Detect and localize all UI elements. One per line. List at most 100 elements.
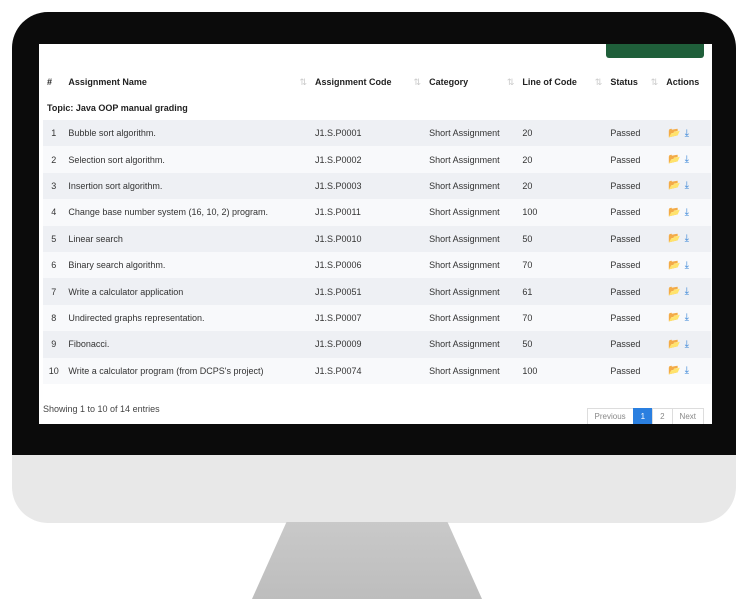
category: Short Assignment bbox=[429, 154, 500, 165]
download-icon[interactable]: ⤓ bbox=[685, 286, 689, 297]
status: Passed bbox=[610, 312, 641, 323]
row-number: 3 bbox=[51, 180, 57, 191]
sort-icon[interactable]: ⇅ bbox=[595, 77, 603, 88]
table-row: 4 Change base number system (16, 10, 2) p… bbox=[43, 199, 711, 226]
status: Passed bbox=[610, 286, 641, 297]
row-number: 6 bbox=[51, 260, 57, 271]
row-actions: 📂 ⤓ bbox=[662, 120, 711, 146]
row-number: 4 bbox=[51, 207, 57, 218]
status: Passed bbox=[610, 365, 641, 376]
status: Passed bbox=[610, 260, 641, 271]
row-number: 5 bbox=[51, 233, 57, 244]
status: Passed bbox=[610, 339, 641, 350]
assignment-code: J1.S.P0006 bbox=[314, 260, 362, 271]
download-icon[interactable]: ⤓ bbox=[685, 128, 689, 139]
status: Passed bbox=[610, 154, 641, 165]
download-icon[interactable]: ⤓ bbox=[685, 207, 689, 218]
manage-assignments-button[interactable] bbox=[606, 44, 704, 58]
assignment-code: J1.S.P0010 bbox=[314, 233, 362, 244]
line-of-code: 50 bbox=[522, 339, 533, 350]
row-actions: 📂 ⤓ bbox=[662, 173, 711, 199]
folder-open-icon[interactable]: 📂 bbox=[668, 365, 680, 376]
assignment-name: Write a calculator program (from DCPS's … bbox=[68, 365, 264, 376]
col-loc-header[interactable]: Line of Code ⇅ bbox=[518, 68, 606, 96]
assignment-name: Write a calculator application bbox=[68, 286, 184, 297]
line-of-code: 20 bbox=[522, 128, 533, 139]
folder-open-icon[interactable]: 📂 bbox=[668, 128, 680, 139]
folder-open-icon[interactable]: 📂 bbox=[668, 339, 680, 350]
row-number: 9 bbox=[51, 339, 57, 350]
status: Passed bbox=[610, 128, 641, 139]
folder-open-icon[interactable]: 📂 bbox=[668, 312, 680, 323]
pagination: Previous 1 2 Next bbox=[586, 408, 704, 424]
assignment-code: J1.S.P0002 bbox=[314, 154, 362, 165]
assignment-name: Insertion sort algorithm. bbox=[68, 180, 163, 191]
download-icon[interactable]: ⤓ bbox=[685, 180, 689, 191]
line-of-code: 70 bbox=[522, 260, 533, 271]
table-row: 1 Bubble sort algorithm. J1.S.P0001 Short A… bbox=[43, 120, 711, 147]
assignment-code: J1.S.P0001 bbox=[314, 128, 362, 139]
table-row: 6 Binary search algorithm. J1.S.P0006 Short… bbox=[43, 251, 711, 279]
download-icon[interactable]: ⤓ bbox=[685, 365, 689, 376]
folder-open-icon[interactable]: 📂 bbox=[668, 180, 680, 191]
row-actions: 📂 ⤓ bbox=[662, 146, 711, 172]
category: Short Assignment bbox=[429, 260, 500, 271]
download-icon[interactable]: ⤓ bbox=[685, 260, 689, 271]
assignment-name: Change base number system (16, 10, 2) pr… bbox=[68, 207, 268, 218]
assignment-name: Bubble sort algorithm. bbox=[68, 128, 156, 139]
col-code-header[interactable]: Assignment Code ⇅ bbox=[311, 68, 425, 96]
row-actions: 📂 ⤓ bbox=[662, 358, 711, 384]
status: Passed bbox=[610, 233, 641, 244]
line-of-code: 100 bbox=[522, 207, 538, 218]
sort-icon[interactable]: ⇅ bbox=[507, 77, 515, 88]
screen: # Assignment Name ⇅ Assignment Code ⇅ Cate… bbox=[39, 44, 712, 424]
line-of-code: 100 bbox=[522, 365, 538, 376]
category: Short Assignment bbox=[429, 128, 500, 139]
assignment-name: Selection sort algorithm. bbox=[68, 154, 165, 165]
table-row: 10 Write a calculator program (from DCPS'… bbox=[43, 357, 711, 384]
folder-open-icon[interactable]: 📂 bbox=[668, 286, 680, 297]
page-2-button[interactable]: 2 bbox=[652, 408, 673, 424]
next-page-button[interactable]: Next bbox=[671, 408, 704, 424]
col-status-header[interactable]: Status ⇅ bbox=[606, 68, 662, 96]
page-1-button[interactable]: 1 bbox=[632, 408, 654, 424]
table-row: 5 Linear search J1.S.P0010 Short Assignment… bbox=[43, 225, 711, 252]
sort-icon[interactable]: ⇅ bbox=[299, 77, 307, 88]
category: Short Assignment bbox=[429, 207, 500, 218]
folder-open-icon[interactable]: 📂 bbox=[668, 154, 680, 165]
assignment-name: Binary search algorithm. bbox=[68, 260, 166, 271]
monitor: # Assignment Name ⇅ Assignment Code ⇅ Cate… bbox=[12, 12, 736, 523]
download-icon[interactable]: ⤓ bbox=[685, 339, 689, 350]
topic-group-row: Topic: Java OOP manual grading bbox=[43, 96, 711, 120]
col-number-header[interactable]: # bbox=[43, 68, 64, 96]
col-category-header[interactable]: Category ⇅ bbox=[425, 68, 518, 96]
download-icon[interactable]: ⤓ bbox=[685, 233, 689, 244]
category: Short Assignment bbox=[429, 312, 500, 323]
row-number: 1 bbox=[51, 128, 57, 139]
row-actions: 📂 ⤓ bbox=[662, 199, 711, 225]
folder-open-icon[interactable]: 📂 bbox=[668, 260, 680, 271]
row-actions: 📂 ⤓ bbox=[662, 305, 711, 331]
row-actions: 📂 ⤓ bbox=[662, 331, 711, 357]
row-number: 8 bbox=[51, 312, 57, 323]
previous-page-button[interactable]: Previous bbox=[586, 408, 634, 424]
folder-open-icon[interactable]: 📂 bbox=[668, 233, 680, 244]
line-of-code: 20 bbox=[522, 154, 533, 165]
line-of-code: 61 bbox=[522, 286, 533, 297]
sort-icon[interactable]: ⇅ bbox=[651, 77, 659, 88]
col-actions-header: Actions bbox=[666, 77, 700, 87]
assignment-code: J1.S.P0003 bbox=[314, 180, 362, 191]
status: Passed bbox=[610, 180, 641, 191]
sort-icon[interactable]: ⇅ bbox=[414, 77, 422, 88]
col-name-header[interactable]: Assignment Name ⇅ bbox=[64, 68, 311, 96]
download-icon[interactable]: ⤓ bbox=[685, 154, 689, 165]
category: Short Assignment bbox=[429, 365, 500, 376]
download-icon[interactable]: ⤓ bbox=[685, 312, 689, 323]
assignment-code: J1.S.P0011 bbox=[314, 207, 361, 218]
assignment-code: J1.S.P0007 bbox=[314, 312, 362, 323]
assignment-code: J1.S.P0051 bbox=[314, 286, 362, 297]
row-number: 7 bbox=[51, 286, 57, 297]
topic-label: Topic: Java OOP manual grading bbox=[47, 103, 188, 113]
folder-open-icon[interactable]: 📂 bbox=[668, 207, 680, 218]
table-header: # Assignment Name ⇅ Assignment Code ⇅ Cate… bbox=[43, 68, 711, 96]
